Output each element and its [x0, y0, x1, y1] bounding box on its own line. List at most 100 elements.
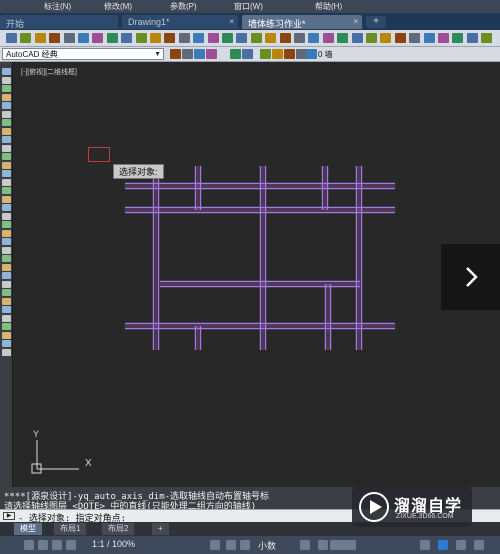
draw-tool-icon[interactable]	[2, 187, 11, 194]
draw-tool-icon[interactable]	[2, 314, 11, 322]
workspace-select[interactable]: AutoCAD 经典 ▼	[2, 48, 164, 60]
add-layout-button[interactable]: +	[152, 523, 169, 535]
draw-tool-icon[interactable]	[2, 93, 11, 101]
toolbar-tool-icon[interactable]	[49, 33, 61, 43]
toolbar-tool-icon[interactable]	[380, 33, 392, 43]
status-toggle-icon[interactable]	[300, 540, 310, 550]
toolbar-tool-icon[interactable]	[193, 33, 205, 43]
layer-tool-icon[interactable]	[206, 49, 217, 59]
status-toggle-icon[interactable]	[240, 540, 250, 550]
status-toggle-icon[interactable]	[52, 540, 62, 550]
draw-tool-icon[interactable]	[2, 229, 11, 237]
draw-tool-icon[interactable]	[2, 255, 11, 262]
draw-tool-icon[interactable]	[2, 280, 11, 288]
layer-tool-icon[interactable]	[260, 49, 271, 59]
toolbar-tool-icon[interactable]	[34, 33, 46, 43]
toolbar-tool-icon[interactable]	[394, 33, 406, 43]
units-select[interactable]: 小数	[258, 539, 276, 552]
status-toggle-icon[interactable]	[38, 540, 48, 550]
menu-item-parameter[interactable]: 参数(P)	[170, 1, 197, 12]
toolbar-tool-icon[interactable]	[438, 33, 449, 43]
draw-tool-icon[interactable]	[2, 153, 11, 160]
toolbar-tool-icon[interactable]	[452, 33, 464, 43]
status-toggle-icon[interactable]	[318, 540, 328, 550]
draw-tool-icon[interactable]	[2, 323, 11, 330]
menu-item-help[interactable]: 帮助(H)	[315, 1, 342, 12]
toolbar-tool-icon[interactable]	[121, 33, 133, 43]
toolbar-tool-icon[interactable]	[423, 33, 435, 43]
toolbar-tool-icon[interactable]	[466, 33, 478, 43]
toolbar-tool-icon[interactable]	[236, 33, 248, 43]
layer-tool-icon[interactable]	[242, 49, 253, 59]
toolbar-tool-icon[interactable]	[63, 33, 75, 43]
toolbar-tool-icon[interactable]	[337, 33, 349, 43]
status-toggle-icon[interactable]	[346, 540, 356, 550]
toolbar-tool-icon[interactable]	[481, 33, 493, 43]
close-icon[interactable]: ×	[229, 17, 234, 26]
draw-tool-icon[interactable]	[2, 348, 11, 356]
toolbar-tool-icon[interactable]	[150, 33, 161, 43]
drawing-canvas[interactable]: [-][俯视][二维线框] 选择对象: Y X	[13, 62, 500, 487]
status-toggle-icon[interactable]	[226, 540, 236, 550]
draw-tool-icon[interactable]	[2, 306, 11, 313]
layer-tool-icon[interactable]	[306, 49, 317, 59]
draw-tool-icon[interactable]	[2, 204, 11, 211]
layer-tool-icon[interactable]	[230, 49, 241, 59]
draw-tool-icon[interactable]	[2, 144, 11, 152]
toolbar-tool-icon[interactable]	[78, 33, 89, 43]
toolbar-tool-icon[interactable]	[20, 33, 32, 43]
status-toggle-icon[interactable]	[66, 540, 76, 550]
layer-tool-icon[interactable]	[284, 49, 295, 59]
status-toggle-icon[interactable]	[24, 540, 34, 550]
close-icon[interactable]: ×	[353, 17, 358, 26]
status-toggle-icon[interactable]	[474, 540, 484, 550]
draw-tool-icon[interactable]	[2, 289, 11, 296]
toolbar-tool-icon[interactable]	[279, 33, 291, 43]
draw-tool-icon[interactable]	[2, 119, 11, 126]
menu-item-modify[interactable]: 修改(M)	[104, 1, 132, 12]
draw-tool-icon[interactable]	[2, 136, 11, 143]
tab-layout2[interactable]: 布局2	[102, 523, 135, 535]
layer-tool-icon[interactable]	[182, 49, 193, 59]
toolbar-tool-icon[interactable]	[294, 33, 305, 43]
draw-tool-icon[interactable]	[2, 238, 11, 245]
draw-tool-icon[interactable]	[2, 297, 11, 305]
status-toggle-icon[interactable]	[210, 540, 220, 550]
menu-item-dimension[interactable]: 标注(N)	[44, 1, 71, 12]
next-button[interactable]	[441, 244, 500, 310]
draw-tool-icon[interactable]	[2, 102, 11, 109]
draw-tool-icon[interactable]	[2, 68, 11, 75]
layer-select[interactable]: 0 墙	[318, 49, 333, 60]
layer-tool-icon[interactable]	[194, 49, 205, 59]
draw-tool-icon[interactable]	[2, 85, 11, 92]
new-tab-button[interactable]: +	[366, 16, 386, 28]
draw-tool-icon[interactable]	[2, 161, 11, 169]
draw-tool-icon[interactable]	[2, 340, 11, 347]
tab-layout1[interactable]: 布局1	[54, 523, 87, 535]
toolbar-tool-icon[interactable]	[106, 33, 118, 43]
toolbar-tool-icon[interactable]	[207, 33, 219, 43]
toolbar-tool-icon[interactable]	[250, 33, 262, 43]
toolbar-tool-icon[interactable]	[351, 33, 363, 43]
draw-tool-icon[interactable]	[2, 212, 11, 220]
toolbar-tool-icon[interactable]	[409, 33, 421, 43]
draw-tool-icon[interactable]	[2, 127, 11, 135]
draw-tool-icon[interactable]	[2, 272, 11, 279]
toolbar-tool-icon[interactable]	[6, 33, 17, 43]
toolbar-tool-icon[interactable]	[322, 33, 334, 43]
tab-start[interactable]: 开始	[0, 15, 118, 29]
status-toggle-icon[interactable]	[438, 540, 448, 550]
toolbar-tool-icon[interactable]	[178, 33, 190, 43]
draw-tool-icon[interactable]	[2, 76, 11, 84]
toolbar-tool-icon[interactable]	[222, 33, 233, 43]
tab-wall-exercise[interactable]: 墙体练习作业* ×	[242, 15, 362, 29]
layer-tool-icon[interactable]	[170, 49, 181, 59]
command-icon[interactable]: ▶	[3, 512, 15, 520]
draw-tool-icon[interactable]	[2, 221, 11, 228]
toolbar-tool-icon[interactable]	[164, 33, 176, 43]
toolbar-tool-icon[interactable]	[308, 33, 320, 43]
tab-drawing1[interactable]: Drawing1* ×	[122, 15, 238, 29]
toolbar-tool-icon[interactable]	[92, 33, 104, 43]
menu-item-window[interactable]: 窗口(W)	[234, 1, 263, 12]
draw-tool-icon[interactable]	[2, 246, 11, 254]
